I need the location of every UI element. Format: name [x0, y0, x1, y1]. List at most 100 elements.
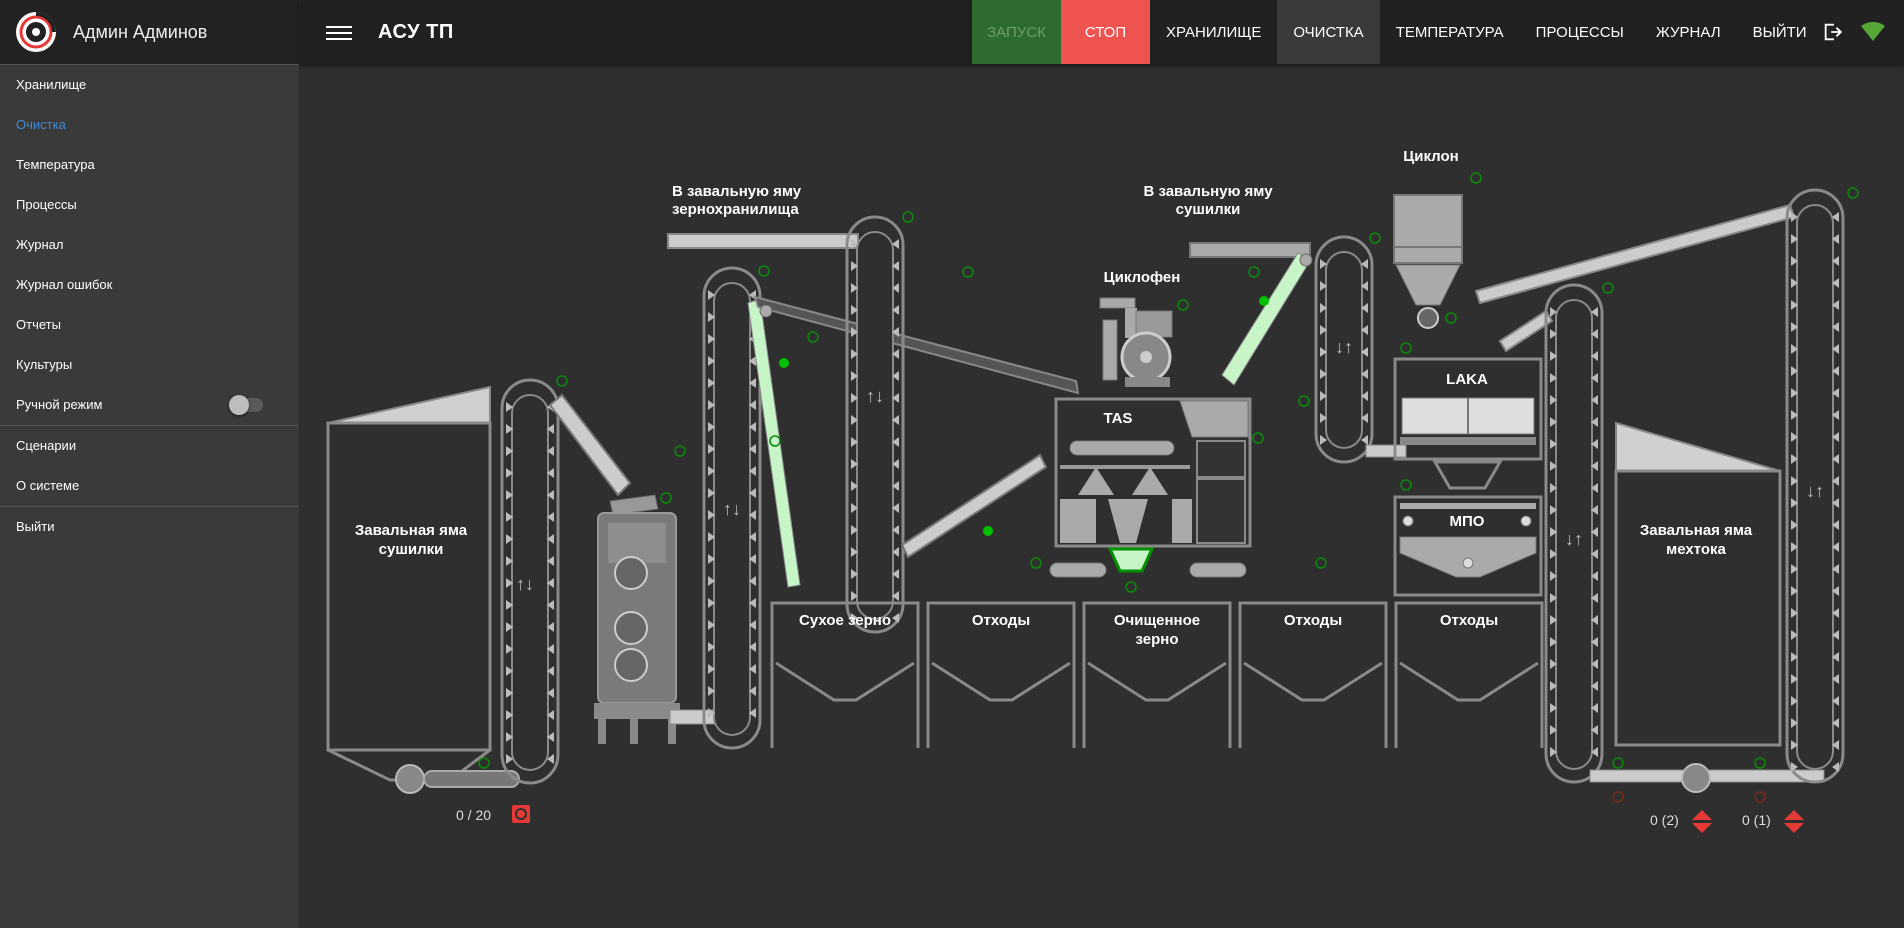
svg-text:↓↑: ↓↑ — [1335, 337, 1353, 357]
wifi-icon — [1853, 0, 1893, 64]
clean-grain-outlet — [1107, 547, 1155, 573]
sensor-indicator-icon — [674, 445, 686, 457]
logout-icon[interactable] — [1813, 0, 1853, 64]
sidebar-item-processes[interactable]: Процессы — [0, 185, 299, 225]
svg-text:↑↓: ↑↓ — [723, 499, 741, 519]
separator-machine[interactable] — [594, 494, 680, 744]
cyclofan-label: Циклофен — [1104, 269, 1181, 286]
manual-mode-toggle[interactable] — [229, 395, 263, 415]
bin-hopper — [1087, 661, 1227, 702]
sidebar-item-cultures[interactable]: Культуры — [0, 345, 299, 385]
bin-hopper — [931, 661, 1071, 702]
conveyor-to-dryer-pit[interactable] — [1189, 242, 1311, 258]
sort-arrows-icon[interactable] — [1692, 810, 1712, 833]
bin-label: Очищенное — [1114, 612, 1200, 629]
sidebar-item-storage[interactable]: Хранилище — [0, 65, 299, 105]
settings-gear-icon[interactable] — [512, 805, 530, 823]
sensor-indicator-icon — [902, 211, 914, 223]
sensor-indicator-icon — [758, 265, 770, 277]
scrap-intake-pit[interactable]: Завальная яма мехтока — [1614, 421, 1782, 747]
laka-machine[interactable]: LAKA — [1393, 357, 1543, 461]
top-navigation: ЗАПУСК СТОП ХРАНИЛИЩЕ ОЧИСТКА ТЕМПЕРАТУР… — [972, 0, 1904, 65]
sidebar-item-scenarios[interactable]: Сценарии — [0, 426, 299, 466]
process-scheme: Завальная яма сушилки ↑↓ ↑↓ В завальную … — [326, 148, 1859, 833]
sensor-indicator-icon — [660, 492, 672, 504]
top-app-bar: АСУ ТП ЗАПУСК СТОП ХРАНИЛИЩЕ ОЧИСТКА ТЕМ… — [300, 0, 1904, 65]
to-dryer-pit-label-2: сушилки — [1176, 201, 1241, 218]
bin-label: Сухое зерно — [799, 612, 891, 629]
to-storage-pit-label-2: зернохранилища — [672, 201, 799, 218]
sensor-indicator-icon — [1248, 266, 1260, 278]
dryer-intake-pit[interactable]: Завальная яма сушилки — [326, 385, 492, 782]
sort-arrows-icon[interactable] — [1784, 810, 1804, 833]
bin-label: Отходы — [1440, 612, 1498, 629]
tab-journal[interactable]: ЖУРНАЛ — [1640, 0, 1737, 64]
sensor-indicator-icon — [1177, 299, 1189, 311]
app-title: АСУ ТП — [378, 21, 454, 43]
sensor-indicator-icon — [1125, 581, 1137, 593]
start-button[interactable]: ЗАПУСК — [972, 0, 1061, 64]
tab-cleaning[interactable]: ОЧИСТКА — [1277, 0, 1380, 64]
elevator-5[interactable]: ↓↑ — [1544, 283, 1604, 784]
scrap-pit-label-2: мехтока — [1666, 541, 1726, 558]
elevator-6[interactable]: ↓↑ — [1785, 188, 1845, 784]
cyclone[interactable] — [1393, 194, 1463, 329]
sidebar-item-temperature[interactable]: Температура — [0, 145, 299, 185]
cyclofan[interactable] — [1099, 297, 1173, 387]
manual-mode-label: Ручной режим — [16, 397, 103, 412]
tab-storage[interactable]: ХРАНИЛИЩЕ — [1150, 0, 1277, 64]
sensor-indicator-icon — [1470, 172, 1482, 184]
sensor-indicator-icon — [807, 331, 819, 343]
to-storage-pit-label-1: В завальную яму — [672, 183, 802, 200]
mpo-machine[interactable]: МПО — [1393, 495, 1543, 597]
mpo-label: МПО — [1450, 513, 1485, 530]
sensor-active-icon — [1259, 296, 1269, 306]
elevator-2[interactable]: ↑↓ — [702, 266, 762, 750]
sensor-fault-icon — [1754, 791, 1766, 803]
bin-label: Отходы — [1284, 612, 1342, 629]
sidebar-item-cleaning[interactable]: Очистка — [0, 105, 299, 145]
elevator-1[interactable]: ↑↓ — [500, 378, 560, 785]
sidebar-item-about[interactable]: О системе — [0, 466, 299, 506]
logout-button[interactable]: ВЫЙТИ — [1737, 0, 1813, 64]
svg-text:↑↓: ↑↓ — [516, 574, 534, 594]
elevator-bucket — [1361, 435, 1368, 445]
sidebar-item-error-journal[interactable]: Журнал ошибок — [0, 265, 299, 305]
bottom-screw-conveyor-left[interactable] — [395, 764, 520, 794]
elevator-4[interactable]: ↓↑ — [1314, 235, 1374, 464]
bottom-screw-conveyor-right[interactable] — [1589, 763, 1825, 793]
svg-text:↓↑: ↓↑ — [1565, 529, 1583, 549]
counter-right-1: 0 (2) — [1650, 812, 1679, 828]
sensor-indicators — [478, 172, 1859, 803]
tas-screw-right — [1189, 562, 1247, 578]
sidebar-item-reports[interactable]: Отчеты — [0, 305, 299, 345]
stop-button[interactable]: СТОП — [1061, 0, 1150, 64]
toggle-knob — [229, 395, 249, 415]
elevator-3[interactable]: ↑↓ — [845, 215, 905, 634]
bin-label: зерно — [1136, 631, 1179, 648]
sidebar-item-logout[interactable]: Выйти — [0, 507, 299, 547]
to-dryer-pit-label-1: В завальную яму — [1143, 183, 1273, 200]
tab-processes[interactable]: ПРОЦЕССЫ — [1520, 0, 1640, 64]
conveyor-to-storage-pit[interactable] — [667, 233, 859, 249]
sidebar-item-manual-mode: Ручной режим — [0, 385, 299, 425]
svg-text:↓↑: ↓↑ — [1806, 481, 1824, 501]
bin-hopper — [775, 661, 915, 702]
company-logo-icon — [16, 12, 56, 52]
sensor-indicator-icon — [1252, 432, 1264, 444]
bin-hopper — [1243, 661, 1383, 702]
sensor-active-icon — [779, 358, 789, 368]
sensor-indicator-icon — [478, 757, 490, 769]
sidebar-item-journal[interactable]: Журнал — [0, 225, 299, 265]
sidebar: Админ Админов Хранилище Очистка Температ… — [0, 0, 300, 928]
chute-upper-right — [1474, 203, 1796, 305]
tas-screw-left — [1049, 562, 1107, 578]
tas-separator[interactable]: TAS — [1054, 397, 1252, 548]
fullscreen-icon[interactable] — [1893, 0, 1904, 64]
cyclone-label: Циклон — [1403, 148, 1458, 165]
bin-hopper — [1399, 661, 1539, 702]
sensor-fault-icon — [1612, 791, 1624, 803]
hamburger-menu-icon[interactable] — [326, 23, 352, 43]
elevator-bucket — [1832, 762, 1839, 772]
tab-temperature[interactable]: ТЕМПЕРАТУРА — [1380, 0, 1520, 64]
